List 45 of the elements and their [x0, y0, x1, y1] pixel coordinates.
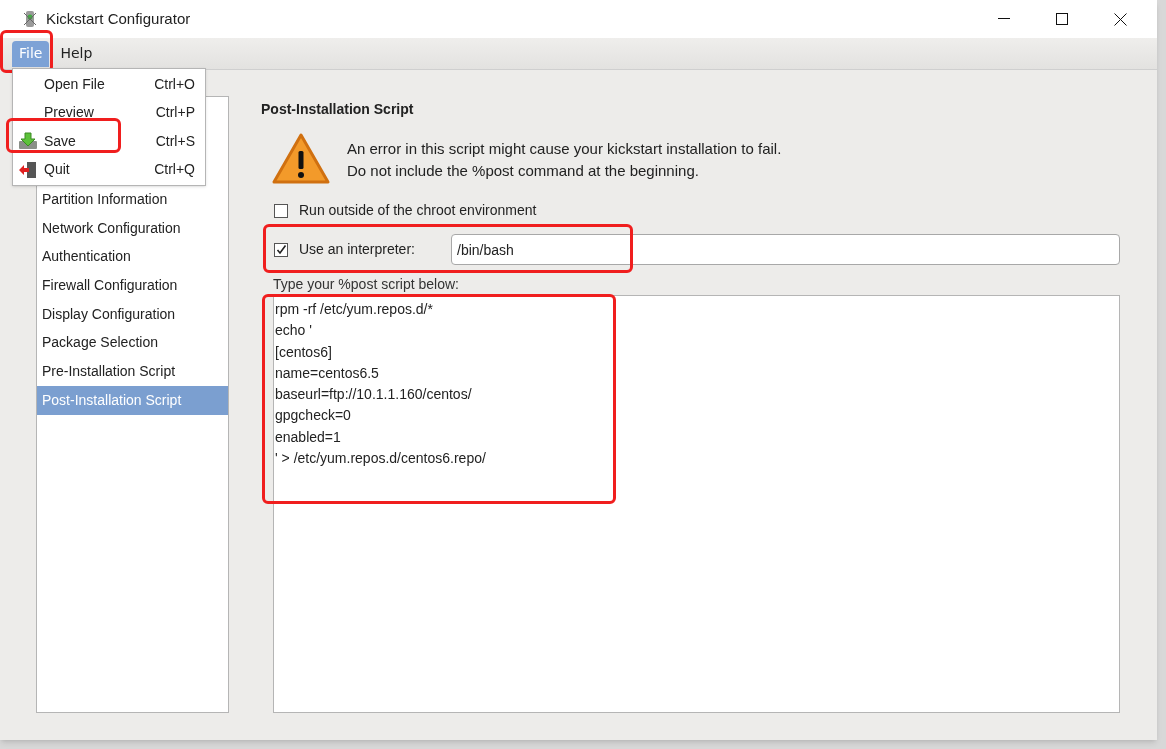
- script-line: gpgcheck=0: [275, 406, 351, 426]
- sidebar-item[interactable]: Partition Information: [37, 185, 228, 214]
- sidebar-item[interactable]: Authentication: [37, 242, 228, 272]
- script-label: Type your %post script below:: [273, 275, 460, 294]
- script-line: name=centos6.5: [275, 363, 379, 383]
- warning-text: An error in this script might cause your kickstart installation to fail. Do not include the %post command at the beginning.: [347, 139, 783, 181]
- interpreter-field[interactable]: /bin/bash: [451, 234, 1120, 265]
- menu-entry[interactable]: Quit Ctrl+Q: [13, 155, 205, 184]
- checkbox[interactable]: [274, 242, 288, 257]
- download-tray-icon: [18, 132, 38, 151]
- script-line: ' > /etc/yum.repos.d/centos6.repo/: [275, 449, 486, 469]
- shortcut-label: Ctrl+Q: [154, 160, 195, 180]
- shortcut-label: Ctrl+P: [155, 103, 195, 123]
- script-line: echo ': [275, 321, 312, 341]
- script-line: rpm -rf /etc/yum.repos.d/*: [275, 300, 433, 319]
- checkbox-label: Use an interpreter:: [299, 240, 416, 259]
- menu-entry[interactable]: Save Ctrl+S: [13, 127, 205, 156]
- script-line: [centos6]: [275, 342, 332, 362]
- menu-item[interactable]: Help: [53, 40, 100, 67]
- warning-icon: [271, 132, 331, 186]
- maximize-icon: [1056, 13, 1068, 25]
- shortcut-label: Ctrl+O: [154, 74, 195, 94]
- app-icon: [22, 9, 38, 29]
- sidebar-item[interactable]: Package Selection: [37, 328, 228, 358]
- minimize-icon: [998, 18, 1010, 20]
- script-line: enabled=1: [275, 427, 341, 447]
- checkbox[interactable]: [274, 203, 288, 218]
- checkbox-label: Run outside of the chroot environment: [299, 201, 537, 220]
- sidebar-item[interactable]: Firewall Configuration: [37, 271, 228, 300]
- menu-entry-label: Quit: [44, 160, 70, 180]
- menu-entry-label: Open File: [44, 74, 105, 94]
- menu-entry[interactable]: Preview Ctrl+P: [13, 98, 205, 127]
- sidebar-item[interactable]: Display Configuration: [37, 299, 228, 329]
- sidebar-item[interactable]: Network Configuration: [37, 213, 228, 243]
- window-title: Kickstart Configurator: [46, 8, 191, 29]
- shortcut-label: Ctrl+S: [155, 131, 195, 151]
- close-icon: [1113, 12, 1127, 26]
- script-editor[interactable]: rpm -rf /etc/yum.repos.d/* echo ' [centos6] name=centos6.5 baseurl=ftp://10.1.1.160/centos/ gpgcheck=0 enabled=1 ' > /etc/yum.repos.d/centos6.repo/: [273, 295, 1120, 713]
- exit-door-icon: [18, 160, 38, 179]
- menu-entry[interactable]: Open File Ctrl+O: [13, 70, 205, 99]
- script-line: baseurl=ftp://10.1.1.160/centos/: [275, 385, 472, 405]
- sidebar-item[interactable]: Pre-Installation Script: [37, 357, 228, 386]
- menu-entry-label: Save: [44, 131, 76, 151]
- section-title: Post-Installation Script: [261, 100, 415, 119]
- menu-entry-label: Preview: [44, 103, 94, 123]
